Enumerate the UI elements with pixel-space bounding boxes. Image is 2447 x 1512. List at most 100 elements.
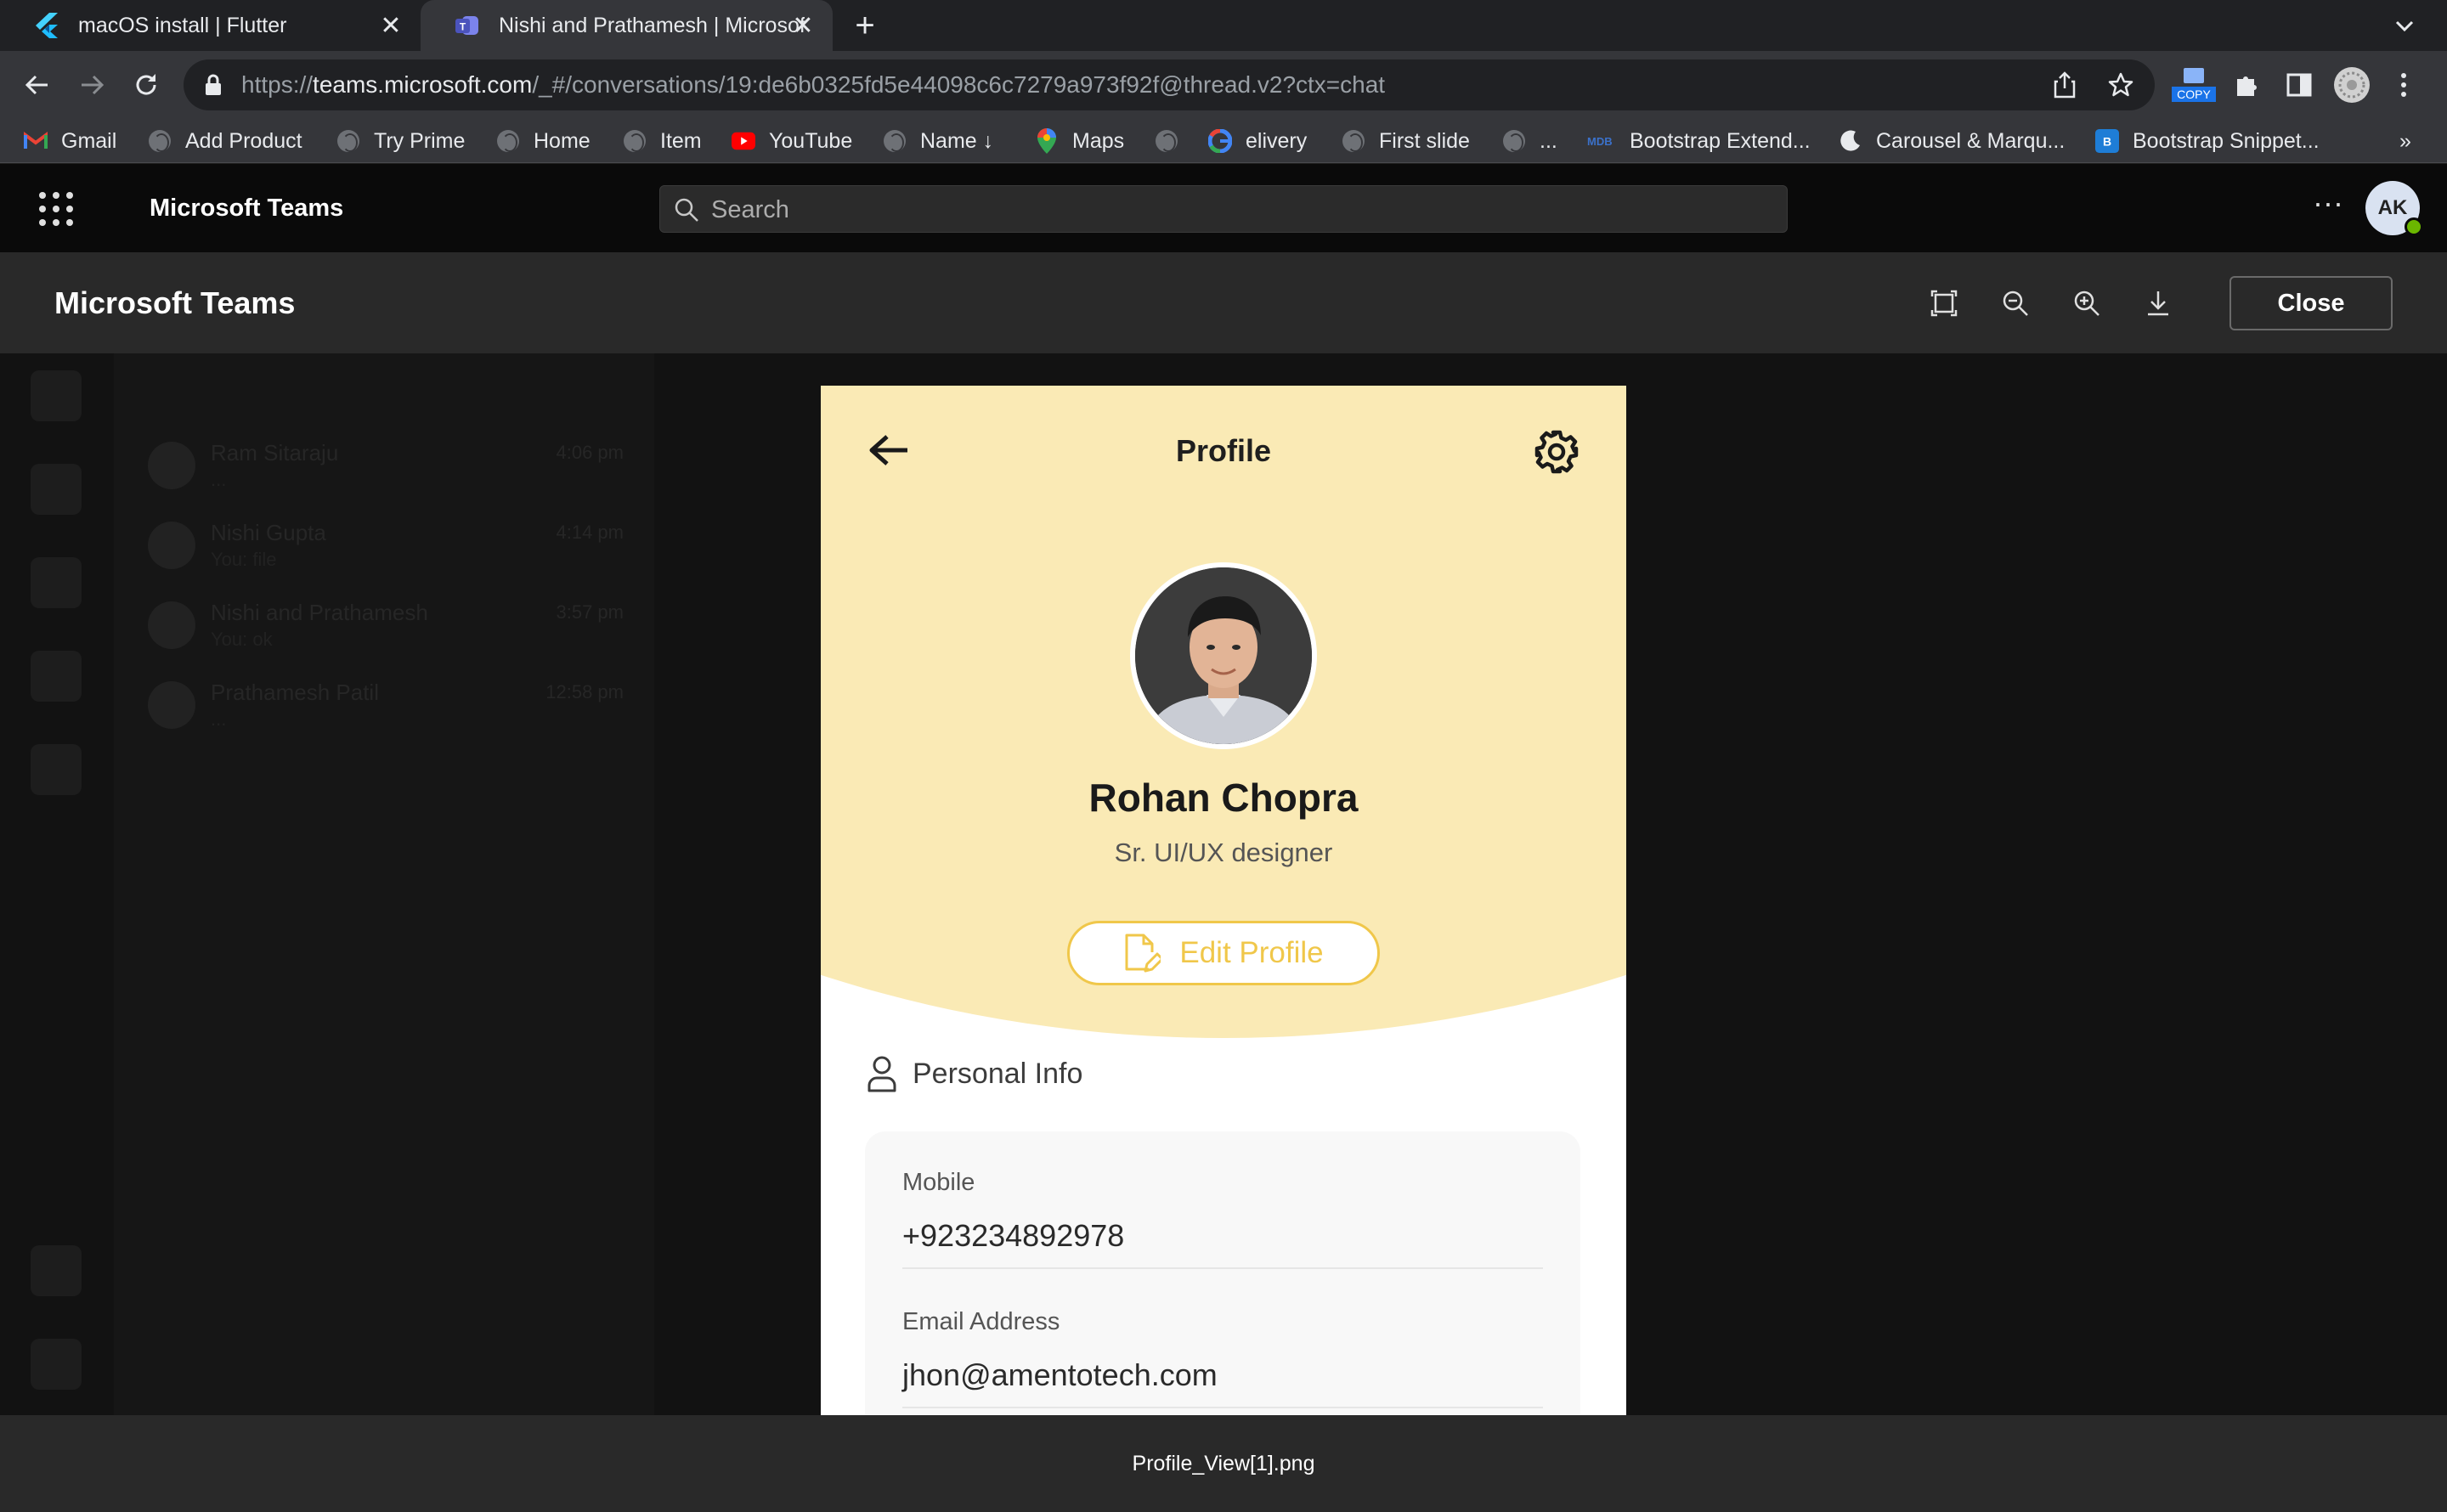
app-name: Microsoft Teams	[150, 195, 344, 222]
rail-item-files	[31, 744, 82, 795]
list-item: Ram Sitaraju ... 4:06 pm	[148, 435, 624, 494]
bookmarks-overflow-button[interactable]: »	[2399, 119, 2411, 163]
teams-icon: T	[455, 13, 480, 38]
divider	[902, 1407, 1543, 1408]
gear-icon	[1533, 428, 1580, 476]
google-icon	[1208, 129, 1232, 153]
tab-flutter[interactable]: macOS install | Flutter ✕	[0, 0, 421, 51]
browser-menu-icon[interactable]	[2391, 66, 2416, 104]
back-icon[interactable]	[19, 66, 56, 104]
email-label: Email Address	[902, 1308, 1060, 1335]
bookmark-bootstrap-extend[interactable]: MDB Bootstrap Extend...	[1587, 119, 1811, 163]
more-options-button[interactable]: ···	[2309, 188, 2347, 223]
edit-profile-label: Edit Profile	[1179, 936, 1324, 969]
personal-info-card: Mobile +923234892978 Email Address jhon@…	[865, 1131, 1580, 1415]
browser-toolbar: https://teams.microsoft.com/_#/conversat…	[0, 51, 2447, 119]
bookmark-ellipsis[interactable]: ...	[1502, 119, 1557, 163]
bookmark-try-prime[interactable]: Try Prime	[336, 119, 465, 163]
close-tab-icon[interactable]: ✕	[378, 12, 404, 40]
rail-item-activity	[31, 370, 82, 421]
globe-icon	[883, 129, 907, 153]
search-input[interactable]: Search	[659, 185, 1788, 233]
globe-icon	[336, 129, 360, 153]
mdb-icon: MDB	[1587, 129, 1616, 153]
address-bar[interactable]: https://teams.microsoft.com/_#/conversat…	[184, 59, 2155, 110]
rail-item-teams	[31, 464, 82, 515]
divider	[902, 1267, 1543, 1269]
bookmark-youtube[interactable]: YouTube	[732, 119, 852, 163]
globe-icon	[623, 129, 647, 153]
personal-info-heading: Personal Info	[867, 1055, 1082, 1092]
list-item: Prathamesh Patil ... 12:58 pm	[148, 674, 624, 734]
lock-icon[interactable]	[204, 73, 223, 97]
bookmark-untitled[interactable]	[1155, 119, 1192, 163]
app-launcher-icon[interactable]	[39, 192, 73, 226]
bookmark-first-slide[interactable]: First slide	[1342, 119, 1470, 163]
globe-icon	[148, 129, 172, 153]
globe-icon	[496, 129, 520, 153]
svg-text:COPY: COPY	[2177, 87, 2211, 101]
tab-teams[interactable]: T Nishi and Prathamesh | Microsoft Teams…	[421, 0, 833, 51]
image-viewer-header: Microsoft Teams Close	[0, 252, 2447, 353]
section-title: Personal Info	[913, 1057, 1083, 1090]
bookmark-gmail[interactable]: Gmail	[24, 119, 116, 163]
copy-extension-icon[interactable]: COPY	[2172, 66, 2216, 104]
globe-icon	[1155, 129, 1178, 153]
close-button[interactable]: Close	[2229, 276, 2393, 330]
email-value: jhon@amentotech.com	[902, 1357, 1218, 1392]
profile-header-title: Profile	[1175, 433, 1272, 468]
download-icon[interactable]	[2139, 285, 2177, 322]
rail-item-calls	[31, 651, 82, 702]
viewer-title: Microsoft Teams	[54, 285, 296, 320]
bookmark-name[interactable]: Name ↓	[883, 119, 993, 163]
reload-icon[interactable]	[127, 66, 165, 104]
user-name: Rohan Chopra	[1088, 776, 1359, 820]
close-tab-icon[interactable]: ✕	[790, 12, 816, 40]
rail-item-calendar	[31, 557, 82, 608]
chevron-down-icon[interactable]	[2393, 14, 2416, 37]
bookmark-home[interactable]: Home	[496, 119, 591, 163]
fit-to-screen-icon[interactable]	[1925, 285, 1963, 322]
avatar	[148, 601, 195, 649]
globe-icon	[1342, 129, 1365, 153]
profile-avatar-icon[interactable]	[2333, 66, 2371, 104]
search-icon	[674, 197, 699, 223]
bookmark-elivery[interactable]: elivery	[1208, 119, 1307, 163]
bookmark-item[interactable]: Item	[623, 119, 702, 163]
list-item: Nishi Gupta You: file 4:14 pm	[148, 515, 624, 574]
svg-text:B: B	[2103, 135, 2111, 149]
svg-text:T: T	[460, 21, 466, 33]
forward-icon[interactable]	[73, 66, 110, 104]
user-role: Sr. UI/UX designer	[1114, 838, 1333, 867]
bookmark-bootstrap-snippet[interactable]: B Bootstrap Snippet...	[2095, 119, 2320, 163]
search-placeholder: Search	[711, 196, 789, 223]
new-tab-button[interactable]: +	[850, 8, 880, 42]
profile-photo	[1130, 562, 1317, 749]
browser-tab-bar: macOS install | Flutter ✕ T Nishi and Pr…	[0, 0, 2447, 51]
edit-document-icon	[1123, 932, 1161, 974]
zoom-out-icon[interactable]	[1997, 285, 2034, 322]
zoom-in-icon[interactable]	[2068, 285, 2105, 322]
avatar	[148, 681, 195, 729]
side-panel-icon[interactable]	[2280, 66, 2318, 104]
globe-icon	[1502, 129, 1526, 153]
url-text: https://teams.microsoft.com/_#/conversat…	[241, 71, 1386, 98]
bootstrap-icon: B	[2095, 129, 2119, 153]
star-icon[interactable]	[2107, 71, 2134, 99]
tab-title: macOS install | Flutter	[78, 13, 287, 37]
moon-icon	[1839, 129, 1862, 153]
flutter-icon	[34, 13, 59, 38]
rail-item-apps	[31, 1245, 82, 1296]
avatar	[148, 442, 195, 489]
gmail-icon	[24, 129, 48, 153]
bookmark-carousel[interactable]: Carousel & Marqu...	[1839, 119, 2065, 163]
user-icon	[867, 1055, 897, 1092]
bookmark-maps[interactable]: Maps	[1035, 119, 1124, 163]
edit-profile-button: Edit Profile	[1067, 921, 1380, 985]
share-icon[interactable]	[2051, 71, 2078, 99]
avatar	[148, 522, 195, 569]
viewed-image-profile[interactable]: Profile Rohan Chopra Sr. UI/UX designer …	[821, 386, 1626, 1415]
bookmark-add-product[interactable]: Add Product	[148, 119, 302, 163]
tab-title: Nishi and Prathamesh | Microsoft Teams	[499, 13, 805, 37]
extensions-puzzle-icon[interactable]	[2228, 66, 2265, 104]
